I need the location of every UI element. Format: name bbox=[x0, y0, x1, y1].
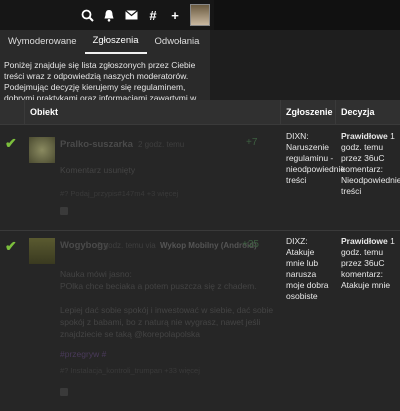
post-thumbnail[interactable] bbox=[29, 137, 55, 163]
vote-count[interactable]: +7 bbox=[246, 137, 257, 148]
tab-reports[interactable]: Zgłoszenia bbox=[84, 30, 147, 54]
decision-text: Prawidłowe 1 godz. temu przez 36uC komen… bbox=[341, 131, 400, 197]
header-object: Obiekt bbox=[30, 107, 59, 117]
bell-icon[interactable] bbox=[98, 5, 120, 25]
top-navbar: # + bbox=[0, 0, 400, 30]
moderation-tabs: Wymoderowane Zgłoszenia Odwołania bbox=[0, 30, 210, 54]
table-row: ✔ Pralko-suszarka 2 godz. temu +7 Koment… bbox=[0, 124, 400, 231]
approved-check-icon: ✔ bbox=[5, 238, 17, 254]
comment-icon[interactable] bbox=[60, 207, 68, 215]
search-icon[interactable] bbox=[76, 5, 98, 25]
navbar-icons: # + bbox=[76, 4, 210, 26]
post-time: 2 godz. temu bbox=[138, 140, 185, 149]
post-thumbnail[interactable] bbox=[29, 238, 55, 264]
post-tags: #? Instalacja_kontroli_trumpan +33 więce… bbox=[60, 366, 200, 375]
plus-icon[interactable]: + bbox=[164, 5, 186, 25]
mail-icon[interactable] bbox=[120, 5, 142, 25]
vote-count[interactable]: +35 bbox=[242, 239, 259, 250]
tab-moderated[interactable]: Wymoderowane bbox=[0, 30, 85, 54]
header-report: Zgłoszenie bbox=[286, 107, 333, 117]
table-header: Obiekt Zgłoszenie Decyzja bbox=[0, 100, 400, 124]
post-body: Nauka mówi jasno: POlka chce beciaka a p… bbox=[60, 268, 280, 340]
approved-check-icon: ✔ bbox=[5, 135, 17, 151]
tab-appeals[interactable]: Odwołania bbox=[147, 30, 208, 54]
post-author[interactable]: Pralko-suszarka bbox=[60, 139, 133, 150]
post-line bbox=[60, 292, 280, 304]
post-body: Komentarz usunięty bbox=[60, 165, 136, 175]
reports-table: Obiekt Zgłoszenie Decyzja ✔ Pralko-susza… bbox=[0, 100, 400, 411]
report-reason: DIXN: Naruszenie regulaminu - nieodpowie… bbox=[286, 131, 346, 185]
post-line: Nauka mówi jasno: bbox=[60, 269, 132, 279]
hashtag-icon[interactable]: # bbox=[142, 5, 164, 25]
header-decision: Decyzja bbox=[341, 107, 375, 117]
post-line: znajdziecie se taką @korepolapolska bbox=[60, 329, 200, 339]
post-line: POlka chce beciaka a potem puszcza się z… bbox=[60, 281, 257, 291]
user-avatar[interactable] bbox=[190, 4, 210, 26]
report-reason: DIXZ: Atakuje mnie lub narusza moje dobr… bbox=[286, 236, 329, 301]
decision-status: Prawidłowe bbox=[341, 131, 388, 141]
post-hashtags[interactable]: #przegryw # bbox=[60, 348, 106, 360]
reports-notice: Poniżej znajduje się lista zgłoszonych p… bbox=[0, 54, 210, 114]
post-tags: #? Podaj_przypis#147m4 +3 więcej bbox=[60, 189, 179, 198]
post-line: spokój z babami, bo z naturą nie wygrasz… bbox=[60, 317, 261, 327]
decision-text: Prawidłowe 1 godz. temu przez 36uC komen… bbox=[341, 236, 399, 291]
post-time: 2 godz. temu via bbox=[97, 241, 156, 250]
navbar-right-area bbox=[214, 0, 400, 30]
decision-status: Prawidłowe bbox=[341, 236, 388, 246]
table-row: ✔ Wogybogy 2 godz. temu via Wykop Mobiln… bbox=[0, 230, 400, 411]
post-line: Lepiej dać sobie spokój i inwestować w s… bbox=[60, 305, 274, 315]
comment-icon[interactable] bbox=[60, 388, 68, 396]
